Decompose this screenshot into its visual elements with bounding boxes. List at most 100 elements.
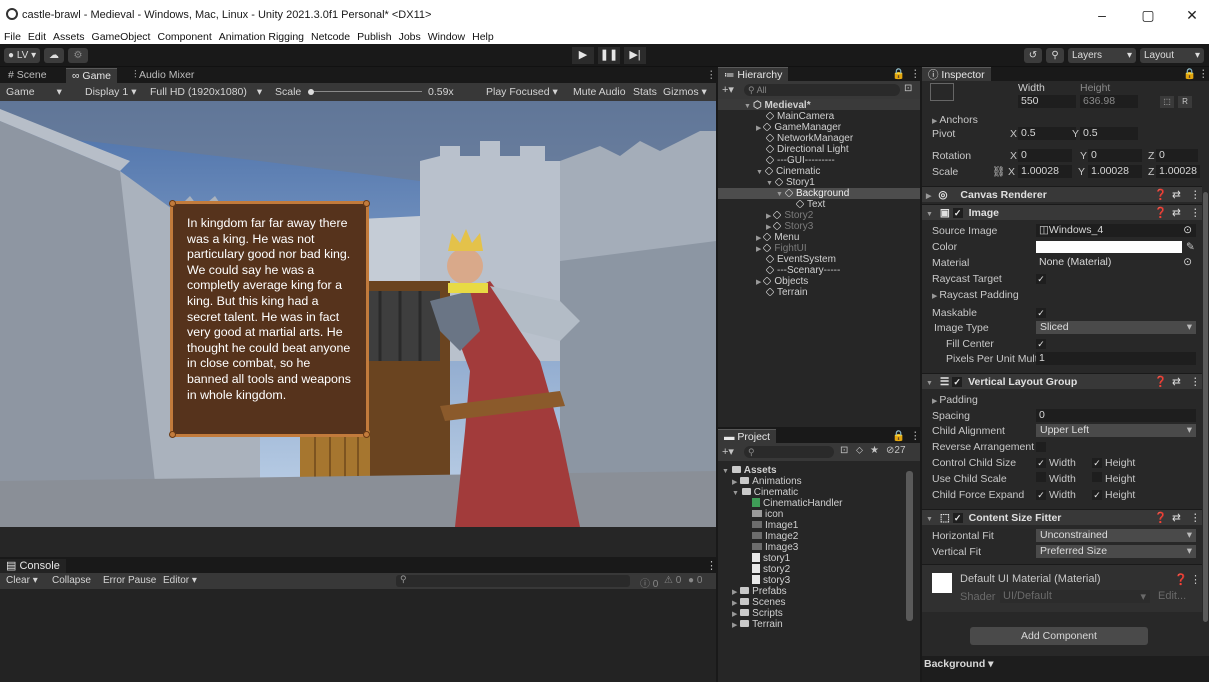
play-focused-dropdown[interactable]: Play Focused ▾ xyxy=(486,86,558,98)
project-item-icon[interactable]: icon xyxy=(752,509,783,520)
gizmos-dropdown[interactable]: Gizmos ▾ xyxy=(663,86,707,98)
preview-header[interactable]: Background ▾ xyxy=(922,656,1209,672)
menu-help[interactable]: Help xyxy=(472,31,494,43)
menu-edit[interactable]: Edit xyxy=(28,31,46,43)
error-count[interactable]: ⓘ 0 xyxy=(640,575,658,590)
menu-file[interactable]: File xyxy=(4,31,21,43)
expand-width-toggle[interactable]: ✓ Width xyxy=(1036,488,1076,502)
content-size-fitter-header[interactable]: ▼ ⬚ ✓ Content Size Fitter ❓ ⇄ ⋮ xyxy=(922,509,1202,525)
project-scrollbar[interactable] xyxy=(906,471,913,621)
display-dropdown[interactable]: Display 1 ▾ xyxy=(85,86,136,98)
vertical-fit-dropdown[interactable]: Preferred Size xyxy=(1036,545,1196,558)
scale-x-field[interactable]: 1.00028 xyxy=(1018,165,1072,178)
pivot-y-field[interactable]: 0.5 xyxy=(1080,127,1138,140)
expand-height-checkbox[interactable]: ✓ xyxy=(1092,490,1102,500)
constrain-proportions-icon[interactable]: ⛓ xyxy=(992,165,1005,179)
help-icon[interactable]: ❓ xyxy=(1154,510,1167,526)
project-item-assets[interactable]: ▼ Assets xyxy=(722,465,777,476)
hierarchy-item-menu[interactable]: ▶ Menu xyxy=(756,232,799,243)
tab-console[interactable]: ▤ Console xyxy=(0,559,66,574)
object-picker-icon[interactable]: ⊙ xyxy=(1183,256,1192,269)
collapse-toggle[interactable]: Collapse xyxy=(52,575,91,586)
hierarchy-search-input[interactable]: ⚲ All xyxy=(744,84,900,96)
inspector-scrollbar[interactable] xyxy=(1203,192,1208,622)
project-item-cinematic[interactable]: ▼ Cinematic xyxy=(732,487,798,498)
ppu-field[interactable]: 1 xyxy=(1036,352,1196,365)
scale-y-field[interactable]: 1.00028 xyxy=(1088,165,1142,178)
control-height-toggle[interactable]: ✓ Height xyxy=(1092,456,1135,470)
create-button[interactable]: +▾ xyxy=(722,445,734,458)
hierarchy-item-story1[interactable]: ▼ Story1 xyxy=(766,177,815,188)
more-options-icon[interactable]: ⋮ xyxy=(1190,187,1201,203)
hierarchy-item-maincamera[interactable]: MainCamera xyxy=(765,111,834,122)
tab-project[interactable]: ▬ Project xyxy=(718,429,777,443)
menu-component[interactable]: Component xyxy=(157,31,211,43)
error-pause-toggle[interactable]: Error Pause xyxy=(103,575,156,586)
hierarchy-item-fightui[interactable]: ▶ FightUI xyxy=(756,243,807,254)
resolution-dropdown[interactable]: Full HD (1920x1080) ▾ xyxy=(150,86,262,98)
scale-width-toggle[interactable]: Width xyxy=(1036,472,1076,486)
expand-width-checkbox[interactable]: ✓ xyxy=(1036,490,1046,500)
hierarchy-item-eventsystem[interactable]: EventSystem xyxy=(765,254,836,265)
spacing-field[interactable]: 0 xyxy=(1036,409,1196,422)
help-icon[interactable]: ❓ xyxy=(1174,573,1188,586)
search-icon[interactable]: ⚲ xyxy=(1046,48,1064,63)
hierarchy-item-gamemanager[interactable]: ▶ GameManager xyxy=(756,122,841,133)
horizontal-fit-dropdown[interactable]: Unconstrained xyxy=(1036,529,1196,542)
favorite-icon[interactable]: ★ xyxy=(870,445,879,456)
more-options-icon[interactable]: ⋮ xyxy=(1192,67,1209,82)
layout-dropdown[interactable]: Layout ▾ xyxy=(1140,48,1204,63)
console-search-input[interactable]: ⚲ xyxy=(396,574,630,587)
more-options-icon[interactable]: ⋮ xyxy=(1190,205,1201,221)
vlg-enabled-checkbox[interactable]: ✓ xyxy=(952,377,963,387)
help-icon[interactable]: ❓ xyxy=(1154,187,1167,203)
project-item-terrain[interactable]: ▶ Terrain xyxy=(732,619,783,630)
mute-audio-toggle[interactable]: Mute Audio xyxy=(573,86,626,98)
project-item-prefabs[interactable]: ▶ Prefabs xyxy=(732,586,787,597)
object-picker-icon[interactable]: ⊙ xyxy=(1183,224,1192,237)
hierarchy-item-story3[interactable]: ▶ Story3 xyxy=(766,221,813,232)
clear-button[interactable]: Clear ▾ xyxy=(6,575,38,586)
eyedropper-icon[interactable]: ✎ xyxy=(1186,240,1195,254)
tab-scene[interactable]: # Scene xyxy=(2,68,53,83)
editor-dropdown[interactable]: Editor ▾ xyxy=(163,575,197,586)
control-height-checkbox[interactable]: ✓ xyxy=(1092,458,1102,468)
padding-row[interactable]: ▶ Padding xyxy=(922,393,1202,407)
pause-icon[interactable]: ❚❚ xyxy=(598,47,620,64)
project-item-animations[interactable]: ▶ Animations xyxy=(732,476,802,487)
hierarchy-item-directional-light[interactable]: Directional Light xyxy=(765,144,849,155)
stats-toggle[interactable]: Stats xyxy=(633,86,657,98)
pivot-x-field[interactable]: 0.5 xyxy=(1018,127,1076,140)
project-item-image2[interactable]: Image2 xyxy=(752,531,798,542)
color-swatch[interactable] xyxy=(1036,241,1182,253)
create-button[interactable]: +▾ xyxy=(722,83,734,96)
hierarchy-item-scenary[interactable]: ---Scenary----- xyxy=(765,265,840,276)
presets-icon[interactable]: ⇄ xyxy=(1172,205,1181,221)
hierarchy-item-networkmanager[interactable]: NetworkManager xyxy=(765,133,853,144)
presets-icon[interactable]: ⇄ xyxy=(1172,510,1181,526)
project-item-story1[interactable]: story1 xyxy=(752,553,790,564)
more-options-icon[interactable]: ⋮ xyxy=(1190,573,1201,586)
fill-center-checkbox[interactable]: ✓ xyxy=(1036,339,1046,349)
collab-icon[interactable]: ⚙ xyxy=(68,48,88,63)
scale-height-toggle[interactable]: Height xyxy=(1092,472,1135,486)
play-icon[interactable]: ▶ xyxy=(572,47,594,64)
tab-game[interactable]: ∞ Game xyxy=(66,68,117,83)
preview-dropdown[interactable]: Background ▾ xyxy=(924,658,993,670)
rotation-z-field[interactable]: 0 xyxy=(1156,149,1198,162)
presets-icon[interactable]: ⇄ xyxy=(1172,374,1181,390)
tab-hierarchy[interactable]: ≔ Hierarchy xyxy=(718,67,789,81)
project-item-scenes[interactable]: ▶ Scenes xyxy=(732,597,786,608)
step-icon[interactable]: ▶| xyxy=(624,47,646,64)
vertical-layout-group-header[interactable]: ▼ ☰ ✓ Vertical Layout Group ❓ ⇄ ⋮ xyxy=(922,373,1202,389)
project-item-story2[interactable]: story2 xyxy=(752,564,790,575)
scale-slider-track[interactable] xyxy=(314,91,422,92)
help-icon[interactable]: ❓ xyxy=(1154,205,1167,221)
maximize-button[interactable]: ▢ xyxy=(1133,5,1163,25)
expand-height-toggle[interactable]: ✓ Height xyxy=(1092,488,1135,502)
history-icon[interactable]: ↺ xyxy=(1024,48,1042,63)
cloud-icon[interactable]: ☁ xyxy=(44,48,64,63)
account-button[interactable]: ● LV ▾ xyxy=(4,48,41,63)
height-field[interactable]: 636.98 xyxy=(1080,95,1138,108)
hierarchy-item-medieval[interactable]: ▼ ⬡ Medieval* xyxy=(744,100,811,111)
